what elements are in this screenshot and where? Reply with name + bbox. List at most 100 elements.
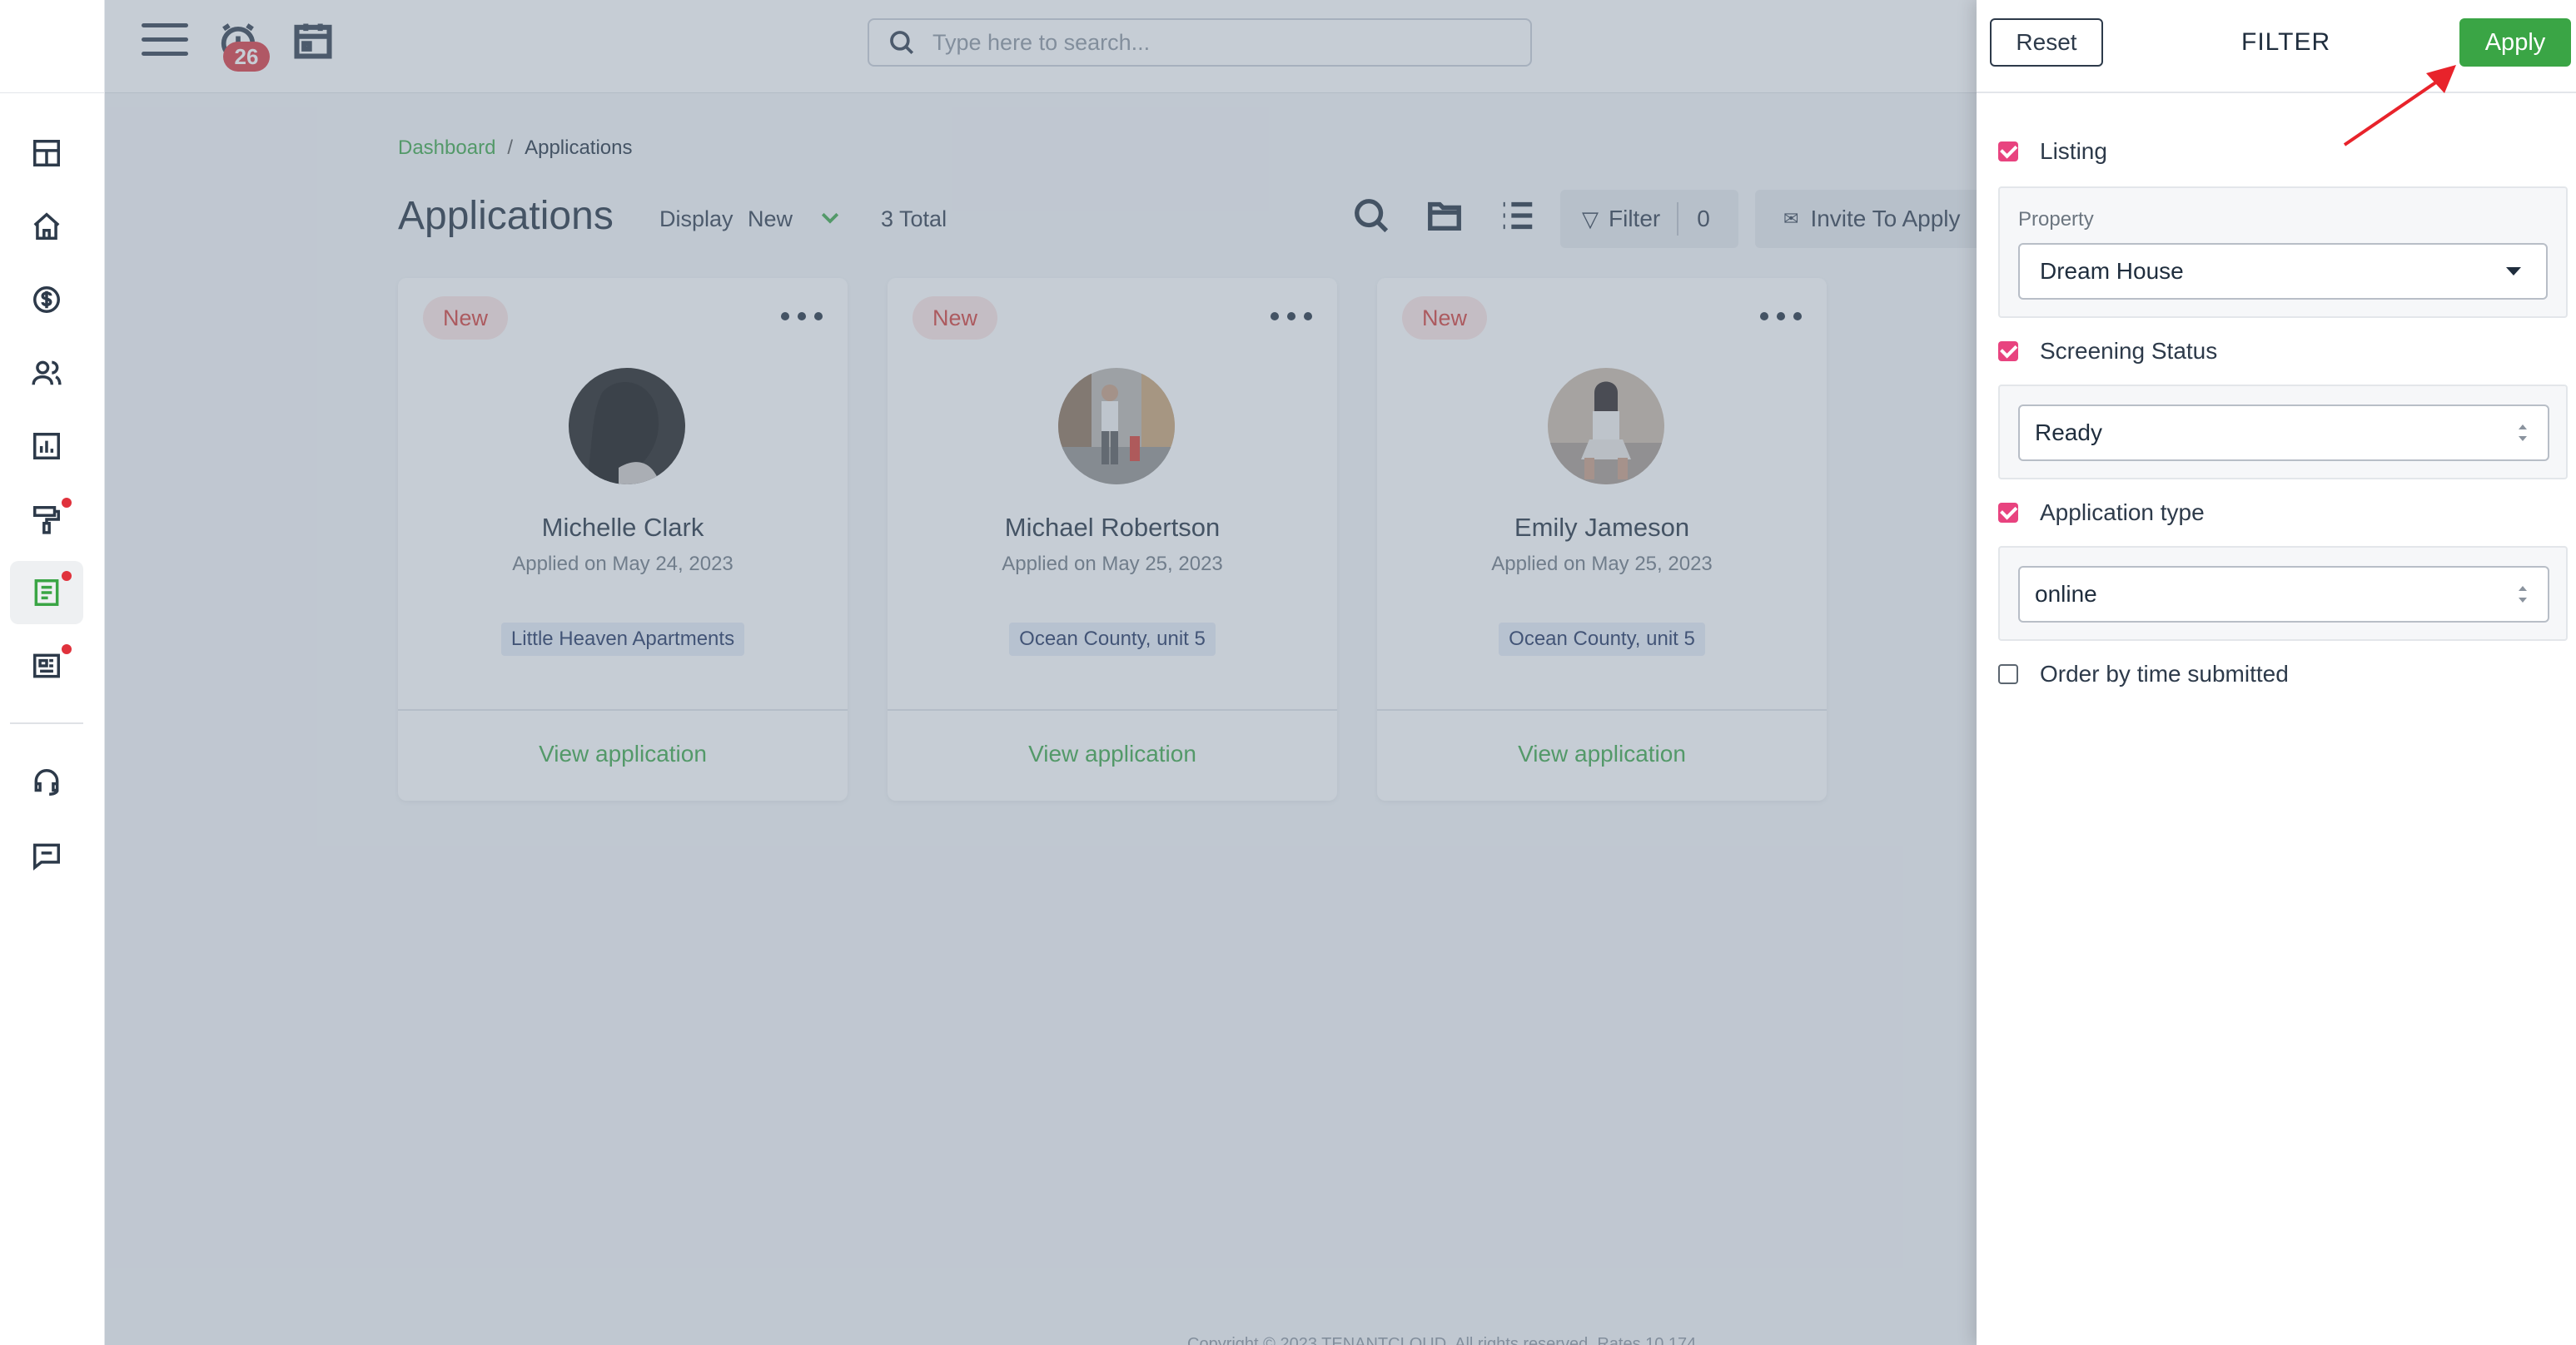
page-title: Applications (398, 194, 614, 238)
listing-label: Listing (2040, 138, 2107, 164)
filter-count: 0 (1697, 206, 1710, 231)
paint-roller-icon (33, 506, 60, 534)
listing-filter-row[interactable]: Listing (1998, 138, 2107, 165)
sidebar-logo-area (0, 0, 104, 93)
search-input[interactable] (932, 29, 1499, 56)
screening-filter-row[interactable]: Screening Status (1998, 338, 2217, 365)
sidebar-item-applications[interactable] (10, 561, 83, 624)
application-type-filter-row[interactable]: Application type (1998, 499, 2205, 526)
listing-checkbox[interactable] (1998, 141, 2018, 161)
envelope-icon: ✉ (1783, 208, 1799, 229)
sidebar-divider (10, 722, 83, 724)
dollar-circle-icon (33, 286, 60, 313)
sidebar-item-maintenance[interactable] (10, 488, 83, 551)
application-type-select[interactable]: online (2018, 566, 2549, 623)
order-by-time-checkbox[interactable] (1998, 664, 2018, 684)
sidebar-item-reports[interactable] (10, 414, 83, 478)
document-icon (34, 579, 59, 606)
breadcrumb-dashboard-link[interactable]: Dashboard (398, 136, 495, 160)
apply-button[interactable]: Apply (2459, 18, 2571, 67)
filter-label: Filter (1609, 206, 1661, 231)
caret-down-icon (2506, 267, 2521, 275)
folder-icon[interactable] (1425, 196, 1469, 240)
search-icon[interactable] (1352, 196, 1395, 240)
home-icon (33, 212, 60, 240)
reset-button[interactable]: Reset (1990, 18, 2103, 67)
application-type-group: online (1998, 546, 2568, 641)
applied-date: Applied on May 24, 2023 (512, 553, 734, 575)
display-select-value[interactable]: New (748, 206, 793, 232)
notification-dot (62, 644, 72, 654)
card-divider (888, 709, 1337, 711)
screening-status-select[interactable]: Ready (2018, 404, 2549, 461)
application-card: New Michael Robertson Applied on May 25,… (888, 278, 1337, 801)
view-application-link[interactable]: View application (1377, 741, 1827, 767)
application-type-label: Application type (2040, 499, 2205, 525)
status-badge: New (423, 296, 509, 340)
applied-date: Applied on May 25, 2023 (1491, 553, 1713, 575)
unit-label: Ocean County, unit 5 (1499, 623, 1705, 656)
card-divider (1377, 709, 1827, 711)
list-view-icon[interactable] (1499, 196, 1542, 240)
calendar-icon[interactable] (291, 18, 338, 65)
applicant-name: Emily Jameson (1514, 513, 1690, 542)
display-label: Display (659, 206, 734, 231)
updown-arrows-icon (2518, 586, 2528, 603)
more-options-icon[interactable] (1760, 300, 1802, 333)
applicant-name: Michael Robertson (1004, 513, 1221, 542)
applied-date: Applied on May 25, 2023 (1002, 553, 1223, 575)
avatar (569, 368, 685, 484)
sidebar-item-finance[interactable] (10, 268, 83, 331)
order-filter-row[interactable]: Order by time submitted (1998, 661, 2289, 687)
avatar (1058, 368, 1175, 484)
unit-wrap: Little Heaven Apartments (398, 623, 848, 656)
application-card: New Emily Jameson Applied on May 25, 202… (1377, 278, 1827, 801)
sidebar (0, 0, 105, 1345)
footer-copyright: Copyright © 2023 TENANTCLOUD. All rights… (1187, 1335, 1697, 1345)
view-application-link[interactable]: View application (888, 741, 1337, 767)
unit-wrap: Ocean County, unit 5 (1377, 623, 1827, 656)
search-box[interactable] (868, 18, 1532, 67)
filter-button[interactable]: ▽ Filter 0 (1560, 190, 1738, 248)
filter-funnel-icon: ▽ (1582, 206, 1599, 231)
application-type-value: online (2035, 581, 2097, 607)
sidebar-item-messages[interactable] (10, 824, 83, 887)
sidebar-item-listings[interactable] (10, 634, 83, 697)
users-icon (32, 360, 62, 385)
sidebar-item-dashboard[interactable] (10, 122, 83, 185)
filter-panel: Reset FILTER Apply Listing Property Drea… (1977, 0, 2576, 1345)
status-badge: New (1402, 296, 1488, 340)
application-card: New Michelle Clark Applied on May 24, 20… (398, 278, 848, 801)
application-type-checkbox[interactable] (1998, 503, 2018, 523)
chat-icon (33, 843, 60, 871)
applicant-name: Michelle Clark (541, 513, 704, 542)
more-options-icon[interactable] (781, 300, 823, 333)
screening-status-value: Ready (2035, 419, 2102, 445)
sidebar-item-support[interactable] (10, 751, 83, 814)
view-application-link[interactable]: View application (398, 741, 848, 767)
newspaper-icon (33, 653, 60, 678)
breadcrumb-separator: / (507, 136, 514, 159)
chevron-down-icon[interactable] (818, 205, 846, 230)
property-select[interactable]: Dream House (2018, 243, 2548, 300)
order-by-time-label: Order by time submitted (2040, 661, 2289, 687)
property-select-value: Dream House (2040, 258, 2184, 284)
sidebar-item-properties[interactable] (10, 195, 83, 258)
notification-badge: 26 (223, 42, 270, 72)
notification-dot (62, 498, 72, 508)
screening-status-label: Screening Status (2040, 338, 2218, 364)
status-badge: New (913, 296, 998, 340)
avatar (1548, 368, 1664, 484)
unit-label: Ocean County, unit 5 (1009, 623, 1216, 656)
card-divider (398, 709, 848, 711)
more-options-icon[interactable] (1271, 300, 1312, 333)
screening-status-group: Ready (1998, 385, 2568, 479)
screening-status-checkbox[interactable] (1998, 341, 2018, 361)
dashboard-icon (33, 140, 60, 166)
unit-wrap: Ocean County, unit 5 (888, 623, 1337, 656)
search-icon (890, 31, 914, 55)
filter-panel-title: FILTER (2241, 28, 2331, 56)
menu-icon[interactable] (142, 23, 188, 62)
sidebar-item-people[interactable] (10, 341, 83, 404)
invite-label: Invite To Apply (1810, 206, 1961, 231)
